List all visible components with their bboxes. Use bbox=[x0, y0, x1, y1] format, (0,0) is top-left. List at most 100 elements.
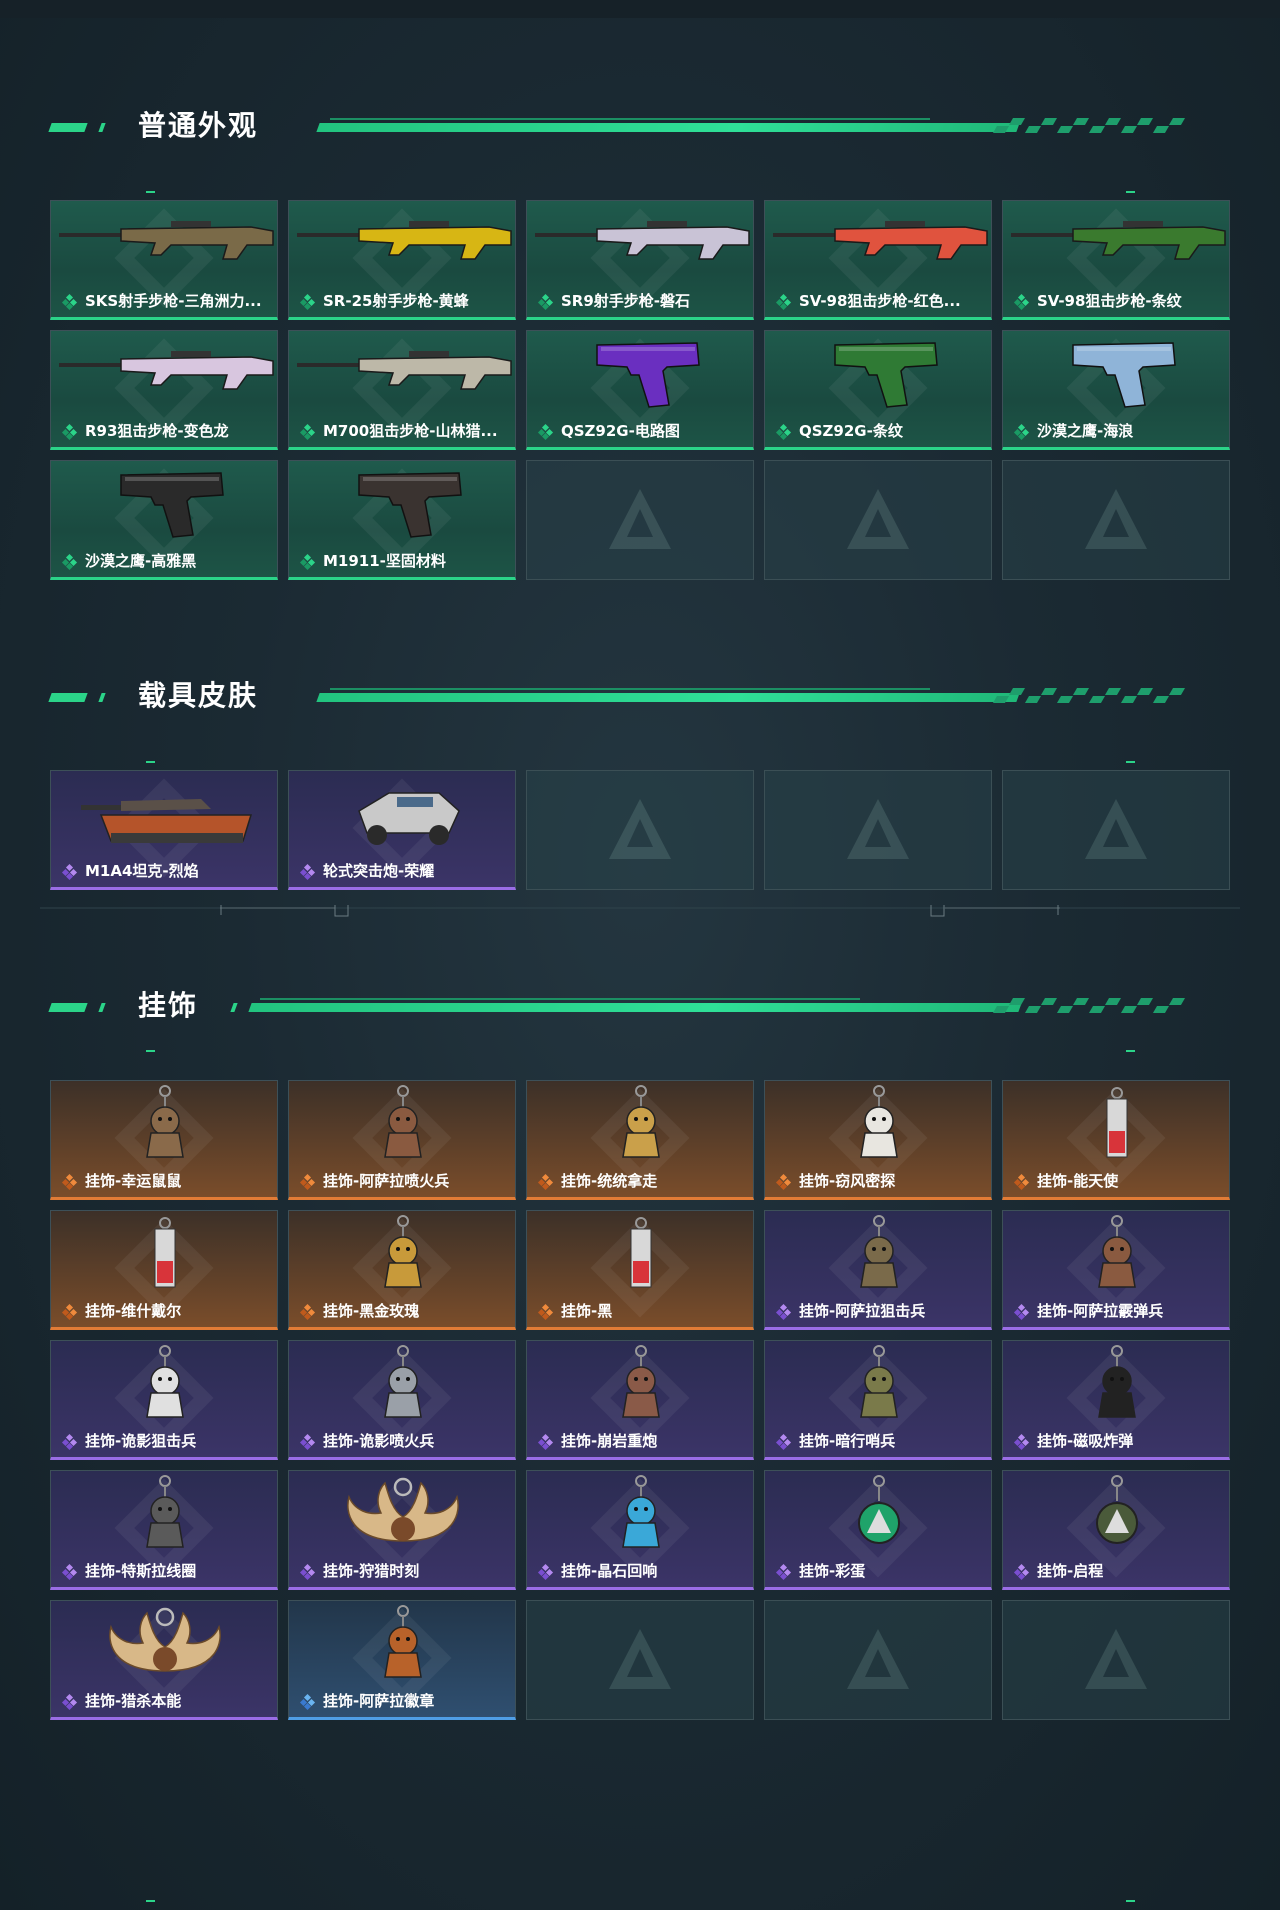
item-card[interactable]: M1911-坚固材料 bbox=[288, 460, 516, 580]
rarity-gem-icon bbox=[775, 1563, 792, 1581]
item-label: QSZ92G-电路图 bbox=[561, 422, 680, 440]
header-checker bbox=[992, 118, 1195, 134]
decorative-separator bbox=[0, 905, 1280, 925]
item-card[interactable]: SKS射手步枪-三角洲力... bbox=[50, 200, 278, 320]
item-label: 挂饰-黑金玫瑰 bbox=[323, 1302, 420, 1320]
item-card[interactable]: SV-98狙击步枪-条纹 bbox=[1002, 200, 1230, 320]
item-label: 挂饰-能天使 bbox=[1037, 1172, 1119, 1190]
top-band bbox=[0, 0, 1280, 18]
tick-mark bbox=[1126, 761, 1135, 763]
item-label: 挂饰-诡影狙击兵 bbox=[85, 1432, 197, 1450]
charm-icon bbox=[51, 1341, 277, 1427]
rarity-gem-icon bbox=[61, 553, 78, 571]
charm-icon bbox=[527, 1341, 753, 1427]
item-card[interactable]: 挂饰-能天使 bbox=[1002, 1080, 1230, 1200]
item-label: 挂饰-猎杀本能 bbox=[85, 1692, 182, 1710]
charm-icon bbox=[289, 1081, 515, 1167]
rarity-gem-icon bbox=[299, 1563, 316, 1581]
rarity-gem-icon bbox=[775, 293, 792, 311]
item-card[interactable]: SV-98狙击步枪-红色... bbox=[764, 200, 992, 320]
rarity-gem-icon bbox=[61, 293, 78, 311]
item-card[interactable]: 挂饰-特斯拉线圈 bbox=[50, 1470, 278, 1590]
item-card[interactable]: 挂饰-诡影喷火兵 bbox=[288, 1340, 516, 1460]
item-label: 挂饰-阿萨拉徽章 bbox=[323, 1692, 435, 1710]
rarity-gem-icon bbox=[537, 1173, 554, 1191]
item-card[interactable]: 挂饰-统统拿走 bbox=[526, 1080, 754, 1200]
rarity-gem-icon bbox=[537, 1563, 554, 1581]
tick-mark bbox=[146, 761, 155, 763]
sniper-icon bbox=[765, 201, 991, 287]
item-label: 挂饰-黑 bbox=[561, 1302, 613, 1320]
item-card[interactable]: 挂饰-启程 bbox=[1002, 1470, 1230, 1590]
item-label: SV-98狙击步枪-条纹 bbox=[1037, 292, 1182, 310]
item-card[interactable]: SR9射手步枪-磐石 bbox=[526, 200, 754, 320]
item-label: M700狙击步枪-山林猎... bbox=[323, 422, 498, 440]
header-dash bbox=[98, 123, 106, 132]
item-card[interactable]: 挂饰-阿萨拉狙击兵 bbox=[764, 1210, 992, 1330]
item-card[interactable]: R93狙击步枪-变色龙 bbox=[50, 330, 278, 450]
item-card[interactable]: 沙漠之鹰-高雅黑 bbox=[50, 460, 278, 580]
header-dash bbox=[230, 1003, 238, 1012]
header-line bbox=[316, 123, 1020, 132]
rarity-gem-icon bbox=[1013, 1303, 1030, 1321]
item-card[interactable]: 挂饰-诡影狙击兵 bbox=[50, 1340, 278, 1460]
antler-icon bbox=[51, 1601, 277, 1687]
item-label: 挂饰-幸运鼠鼠 bbox=[85, 1172, 182, 1190]
item-card[interactable]: 挂饰-狩猎时刻 bbox=[288, 1470, 516, 1590]
pistol-icon bbox=[1003, 331, 1229, 417]
sniper-icon bbox=[289, 331, 515, 417]
item-card[interactable]: 挂饰-彩蛋 bbox=[764, 1470, 992, 1590]
header-thin-line bbox=[260, 998, 860, 1000]
item-card[interactable]: 挂饰-猎杀本能 bbox=[50, 1600, 278, 1720]
empty-slot bbox=[526, 770, 754, 890]
item-card[interactable]: QSZ92G-条纹 bbox=[764, 330, 992, 450]
item-card[interactable]: 沙漠之鹰-海浪 bbox=[1002, 330, 1230, 450]
section-header: 载具皮肤 bbox=[0, 676, 1280, 716]
item-card[interactable]: 轮式突击炮-荣耀 bbox=[288, 770, 516, 890]
item-label: 挂饰-阿萨拉喷火兵 bbox=[323, 1172, 450, 1190]
rarity-gem-icon bbox=[299, 863, 316, 881]
item-label: 轮式突击炮-荣耀 bbox=[323, 862, 435, 880]
pistol-icon bbox=[527, 331, 753, 417]
rarity-gem-icon bbox=[61, 1173, 78, 1191]
rarity-gem-icon bbox=[775, 423, 792, 441]
item-card[interactable]: 挂饰-磁吸炸弹 bbox=[1002, 1340, 1230, 1460]
section-title: 普通外观 bbox=[138, 109, 259, 142]
item-card[interactable]: QSZ92G-电路图 bbox=[526, 330, 754, 450]
item-card[interactable]: 挂饰-暗行哨兵 bbox=[764, 1340, 992, 1460]
badge-icon bbox=[289, 1601, 515, 1687]
item-card[interactable]: 挂饰-阿萨拉霰弹兵 bbox=[1002, 1210, 1230, 1330]
item-label: 沙漠之鹰-高雅黑 bbox=[85, 552, 197, 570]
rarity-gem-icon bbox=[775, 1173, 792, 1191]
item-card[interactable]: 挂饰-阿萨拉喷火兵 bbox=[288, 1080, 516, 1200]
item-card[interactable]: M700狙击步枪-山林猎... bbox=[288, 330, 516, 450]
tick-mark bbox=[1126, 1050, 1135, 1052]
item-card[interactable]: 挂饰-阿萨拉徽章 bbox=[288, 1600, 516, 1720]
item-card[interactable]: 挂饰-维什戴尔 bbox=[50, 1210, 278, 1330]
rarity-gem-icon bbox=[61, 1433, 78, 1451]
item-card[interactable]: 挂饰-崩岩重炮 bbox=[526, 1340, 754, 1460]
charm-icon bbox=[527, 1081, 753, 1167]
item-label: 挂饰-启程 bbox=[1037, 1562, 1104, 1580]
rarity-gem-icon bbox=[1013, 1173, 1030, 1191]
item-label: 挂饰-统统拿走 bbox=[561, 1172, 658, 1190]
section-title: 挂饰 bbox=[138, 989, 199, 1022]
rifle-icon bbox=[289, 201, 515, 287]
item-card[interactable]: M1A4坦克-烈焰 bbox=[50, 770, 278, 890]
item-label: M1A4坦克-烈焰 bbox=[85, 862, 199, 880]
item-card[interactable]: 挂饰-黑 bbox=[526, 1210, 754, 1330]
charm-icon bbox=[51, 1211, 277, 1297]
empty-slot bbox=[1002, 770, 1230, 890]
item-label: 挂饰-崩岩重炮 bbox=[561, 1432, 658, 1450]
item-label: SKS射手步枪-三角洲力... bbox=[85, 292, 262, 310]
item-grid: M1A4坦克-烈焰 轮式突击炮-荣耀 bbox=[50, 770, 1230, 890]
item-label: 挂饰-磁吸炸弹 bbox=[1037, 1432, 1134, 1450]
item-card[interactable]: 挂饰-幸运鼠鼠 bbox=[50, 1080, 278, 1200]
item-card[interactable]: SR-25射手步枪-黄蜂 bbox=[288, 200, 516, 320]
item-label: M1911-坚固材料 bbox=[323, 552, 446, 570]
item-card[interactable]: 挂饰-晶石回响 bbox=[526, 1470, 754, 1590]
tick-mark bbox=[146, 191, 155, 193]
item-card[interactable]: 挂饰-黑金玫瑰 bbox=[288, 1210, 516, 1330]
item-card[interactable]: 挂饰-窃风密探 bbox=[764, 1080, 992, 1200]
item-label: 挂饰-特斯拉线圈 bbox=[85, 1562, 197, 1580]
